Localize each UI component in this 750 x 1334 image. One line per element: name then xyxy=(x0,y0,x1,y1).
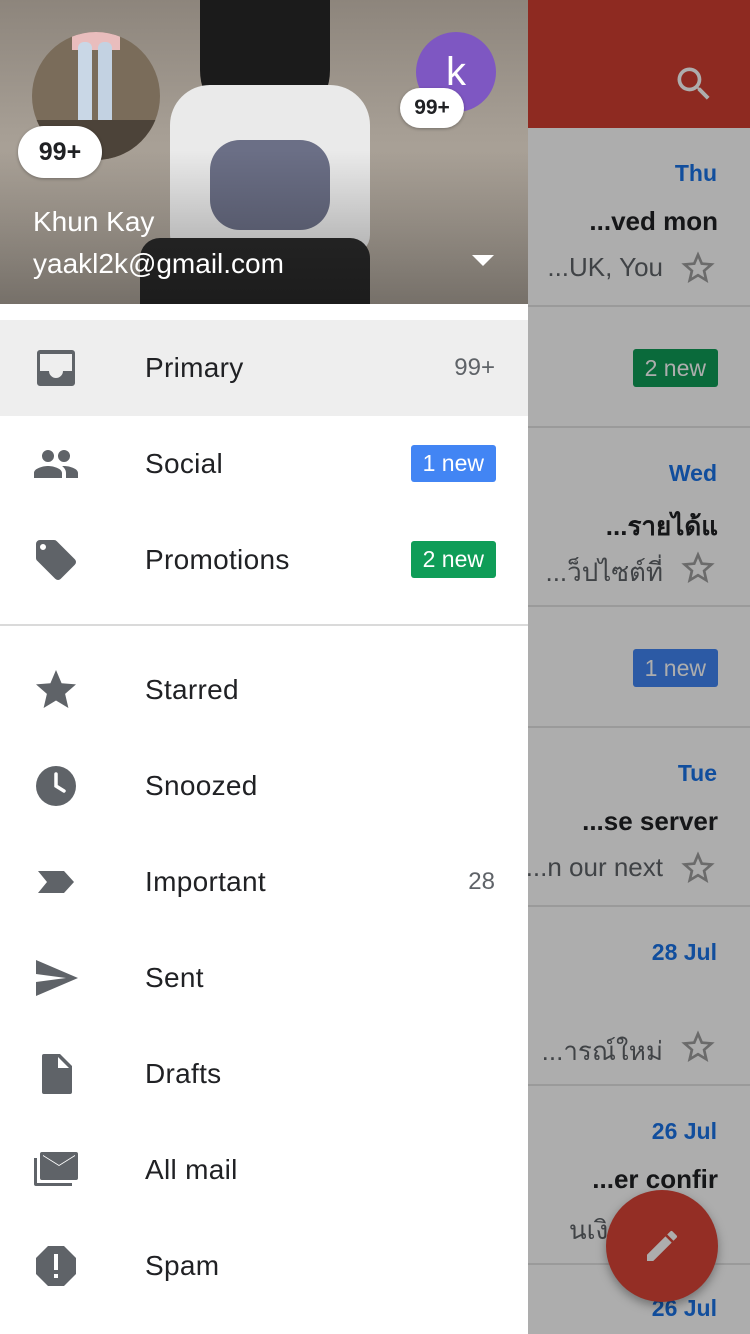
drawer-item-promotions[interactable]: Promotions 2 new xyxy=(0,512,528,608)
drawer-item-snoozed[interactable]: Snoozed xyxy=(0,738,528,834)
drawer-item-label: Social xyxy=(145,448,224,479)
send-icon xyxy=(32,954,80,1002)
secondary-unread-badge: 99+ xyxy=(400,88,464,128)
drawer-item-primary[interactable]: Primary 99+ xyxy=(0,320,528,416)
divider xyxy=(0,624,528,626)
account-switcher-dropdown-icon[interactable] xyxy=(470,254,496,268)
unread-count: 99+ xyxy=(454,354,495,381)
drawer-item-drafts[interactable]: Drafts xyxy=(0,1026,528,1122)
account-name: Khun Kay xyxy=(33,206,155,237)
drawer-item-label: Promotions xyxy=(145,544,290,575)
drawer-item-label: Snoozed xyxy=(145,770,258,801)
drawer-item-starred[interactable]: Starred xyxy=(0,642,528,738)
drawer-item-all-mail[interactable]: All mail xyxy=(0,1122,528,1218)
tag-icon xyxy=(32,536,80,584)
drawer-item-label: Starred xyxy=(145,674,239,705)
navigation-drawer: 99+ k 99+ Khun Kay yaakl2k@gmail.com Pri… xyxy=(0,0,528,1334)
drawer-item-label: Spam xyxy=(145,1250,220,1281)
inbox-icon xyxy=(32,344,80,392)
account-header: 99+ k 99+ Khun Kay yaakl2k@gmail.com xyxy=(0,0,528,304)
draft-icon xyxy=(32,1050,80,1098)
drawer-item-social[interactable]: Social 1 new xyxy=(0,416,528,512)
important-marker-icon xyxy=(32,858,80,906)
clock-icon xyxy=(32,762,80,810)
account-email: yaakl2k@gmail.com xyxy=(33,248,284,279)
drawer-item-spam[interactable]: Spam xyxy=(0,1218,528,1314)
all-mail-icon xyxy=(32,1146,80,1194)
unread-badge: 99+ xyxy=(18,126,102,178)
drawer-menu: Primary 99+ Social 1 new Promotions 2 ne… xyxy=(0,320,528,1314)
drawer-item-sent[interactable]: Sent xyxy=(0,930,528,1026)
unread-count: 28 xyxy=(468,868,495,895)
drawer-item-label: Drafts xyxy=(145,1058,222,1089)
new-count-chip: 1 new xyxy=(410,445,496,482)
drawer-item-label: All mail xyxy=(145,1154,238,1185)
drawer-item-label: Sent xyxy=(145,962,204,993)
spam-icon xyxy=(32,1242,80,1290)
star-icon xyxy=(32,666,80,714)
drawer-item-label: Important xyxy=(145,866,266,897)
people-icon xyxy=(32,440,80,488)
new-count-chip: 2 new xyxy=(410,541,496,578)
drawer-item-label: Primary xyxy=(145,352,244,383)
drawer-item-important[interactable]: Important 28 xyxy=(0,834,528,930)
